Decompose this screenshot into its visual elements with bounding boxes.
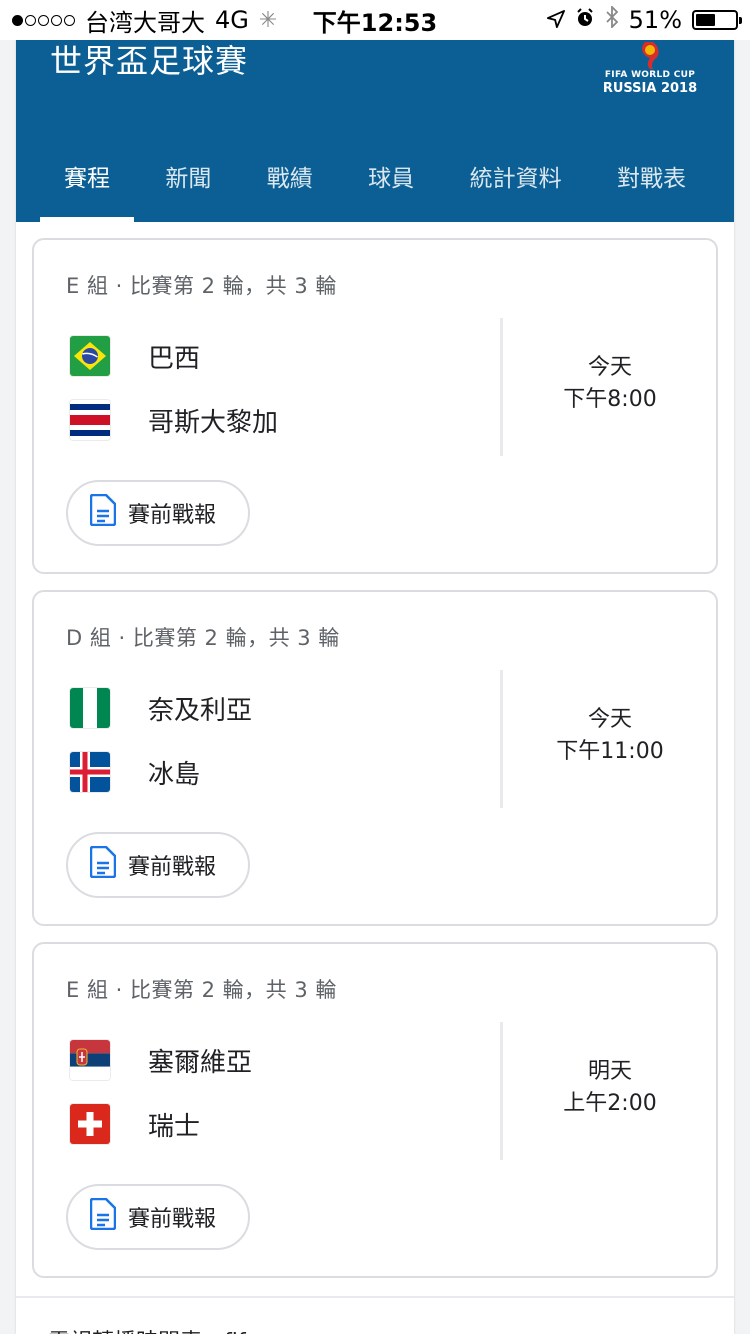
location-arrow-icon	[546, 6, 565, 34]
team-name: 冰島	[148, 759, 201, 790]
tab-bar: 賽程 新聞 戰績 球員 統計資料 對戰表	[40, 130, 710, 222]
team-row: 巴西	[70, 336, 200, 376]
match-group-label: E 組 · 比賽第 2 輪，共 3 輪	[66, 274, 337, 298]
alarm-icon	[575, 6, 595, 34]
divider	[500, 318, 503, 456]
loading-icon: ✳	[258, 7, 278, 33]
tab-schedule[interactable]: 賽程	[40, 130, 134, 222]
document-icon	[89, 845, 117, 884]
preview-label: 賽前戰報	[128, 503, 217, 528]
team-row: 奈及利亞	[70, 688, 252, 728]
status-bar: 台湾大哥大 4G ✳ 下午12:53 51%	[0, 0, 750, 40]
match-preview-button[interactable]: 賽前戰報	[66, 480, 251, 546]
match-list: E 組 · 比賽第 2 輪，共 3 輪 巴西 哥斯大黎加 今天 下午8:00 賽…	[32, 238, 718, 1294]
carrier-name: 台湾大哥大	[85, 8, 205, 37]
world-cup-logo: FIFA WORLD CUP RUSSIA 2018	[600, 40, 700, 96]
document-icon	[89, 1197, 117, 1236]
battery-icon	[692, 10, 742, 30]
match-kickoff-time: 下午8:00	[563, 387, 657, 412]
nigeria-flag-icon	[70, 688, 110, 728]
iceland-flag-icon	[70, 752, 110, 792]
match-time: 明天 上午2:00	[504, 1056, 716, 1120]
network-type: 4G	[215, 6, 249, 34]
logo-line1: FIFA WORLD CUP	[604, 70, 696, 80]
match-kickoff-time: 下午11:00	[556, 739, 664, 764]
team-name: 瑞士	[148, 1111, 201, 1142]
team-row: 瑞士	[70, 1104, 200, 1144]
team-row: 哥斯大黎加	[70, 400, 278, 440]
tv-schedule-label: 電視轉播時間表：fifa.com	[48, 1324, 313, 1334]
switzerland-flag-icon	[70, 1104, 110, 1144]
match-time: 今天 下午11:00	[504, 704, 716, 768]
status-left: 台湾大哥大 4G ✳	[12, 3, 277, 38]
tab-players[interactable]: 球員	[344, 130, 438, 222]
tab-stats[interactable]: 統計資料	[446, 130, 586, 222]
brazil-flag-icon	[70, 336, 110, 376]
trophy-icon	[642, 42, 659, 69]
status-right: 51%	[546, 4, 742, 34]
preview-label: 賽前戰報	[128, 855, 217, 880]
team-row: 塞爾維亞	[70, 1040, 252, 1080]
tab-standings[interactable]: 戰績	[243, 130, 337, 222]
page: 台湾大哥大 4G ✳ 下午12:53 51% 世界盃足球賽 FIFA WORLD…	[0, 0, 750, 1334]
bluetooth-icon	[605, 4, 619, 34]
match-preview-button[interactable]: 賽前戰報	[66, 1184, 251, 1250]
match-group-label: E 組 · 比賽第 2 輪，共 3 輪	[66, 978, 337, 1002]
match-day: 明天	[587, 1059, 632, 1084]
match-kickoff-time: 上午2:00	[563, 1091, 657, 1116]
team-row: 冰島	[70, 752, 200, 792]
serbia-flag-icon	[70, 1040, 110, 1080]
team-name: 巴西	[148, 343, 201, 374]
document-icon	[89, 493, 117, 532]
tab-news[interactable]: 新聞	[141, 130, 235, 222]
team-name: 塞爾維亞	[148, 1047, 253, 1078]
page-title: 世界盃足球賽	[50, 42, 249, 80]
tv-schedule-link[interactable]: 電視轉播時間表：fifa.com	[16, 1296, 734, 1334]
battery-fill	[696, 14, 716, 26]
status-time: 下午12:53	[312, 8, 438, 37]
tab-bracket[interactable]: 對戰表	[593, 130, 710, 222]
divider	[500, 1022, 503, 1160]
preview-label: 賽前戰報	[128, 1207, 217, 1232]
match-preview-button[interactable]: 賽前戰報	[66, 832, 251, 898]
signal-strength-icon	[12, 14, 75, 26]
team-name: 奈及利亞	[148, 695, 253, 726]
header: 世界盃足球賽 FIFA WORLD CUP RUSSIA 2018 賽程 新聞 …	[16, 40, 734, 222]
divider	[500, 670, 503, 808]
match-day: 今天	[587, 707, 632, 732]
match-card[interactable]: E 組 · 比賽第 2 輪，共 3 輪 塞爾維亞 瑞士 明天 上午2:00 賽前…	[32, 942, 718, 1278]
match-card[interactable]: E 組 · 比賽第 2 輪，共 3 輪 巴西 哥斯大黎加 今天 下午8:00 賽…	[32, 238, 718, 574]
match-time: 今天 下午8:00	[504, 352, 716, 416]
match-card[interactable]: D 組 · 比賽第 2 輪，共 3 輪 奈及利亞 冰島 今天 下午11:00 賽…	[32, 590, 718, 926]
battery-percent: 51%	[628, 6, 682, 34]
costa-rica-flag-icon	[70, 400, 110, 440]
match-group-label: D 組 · 比賽第 2 輪，共 3 輪	[66, 626, 340, 650]
match-day: 今天	[587, 355, 632, 380]
logo-line2: RUSSIA 2018	[602, 81, 698, 96]
team-name: 哥斯大黎加	[148, 407, 279, 438]
